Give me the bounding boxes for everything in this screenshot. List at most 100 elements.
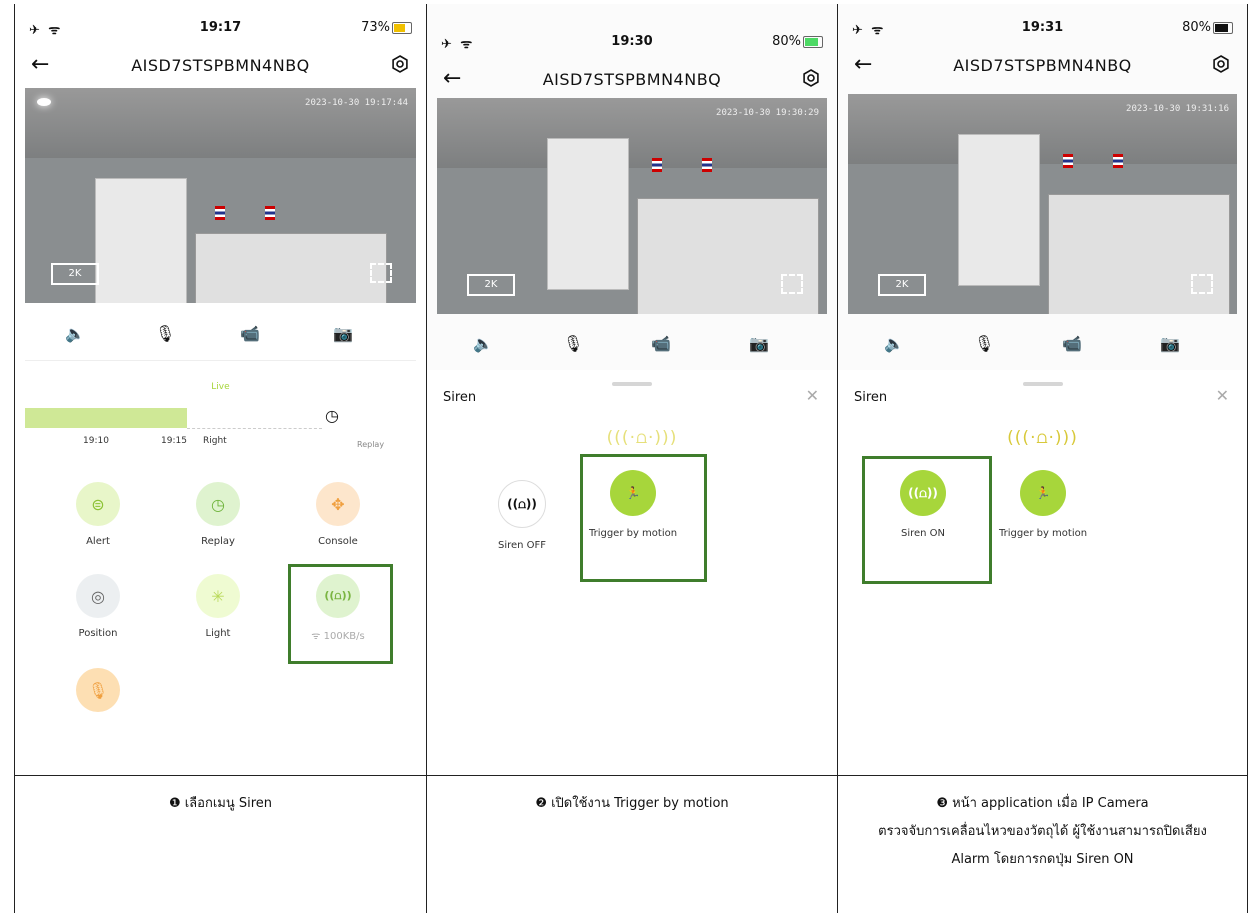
highlight-siren-on [862, 456, 992, 584]
gear-icon[interactable] [801, 68, 821, 92]
battery-icon [1213, 21, 1233, 34]
status-bar: ✈ ᯤ 19:31 80% [838, 18, 1247, 38]
quality-button[interactable]: 2K [51, 263, 99, 285]
caption-divider [14, 775, 1248, 776]
camera-feed[interactable]: 2023-10-30 19:30:29 2K [437, 98, 827, 314]
record-icon[interactable]: 📹 [651, 334, 671, 353]
battery: 73% [361, 20, 412, 35]
microphone-icon[interactable]: 🎙 [563, 334, 583, 353]
siren-title: Siren [854, 390, 888, 405]
camera-icon[interactable]: 📷 [1160, 334, 1180, 353]
tick-1910: 19:10 [83, 436, 109, 446]
camera-feed[interactable]: 2023-10-30 19:17:44 2K [25, 88, 416, 303]
record-icon[interactable]: 📹 [240, 324, 260, 343]
siren-title: Siren [443, 390, 477, 405]
sheet-handle[interactable] [1022, 382, 1063, 386]
caption-3-line-1: ❸ หน้า application เมื่อ IP Camera [936, 796, 1149, 811]
battery-icon [392, 21, 412, 34]
caption-1: ❶ เลือกเมนู Siren [168, 796, 273, 811]
sheet-handle[interactable] [612, 382, 652, 386]
speaker-icon[interactable]: 🔈 [884, 334, 904, 353]
menu-talk[interactable]: 🎙 [43, 668, 153, 712]
menu-light-label: Light [205, 628, 231, 639]
fullscreen-icon[interactable] [370, 263, 392, 283]
battery: 80% [1182, 20, 1233, 35]
siren-wave-icon: (((·⩍·))) [1007, 428, 1078, 448]
siren-sheet: Siren ✕ (((·⩍·))) ((⩍)) Siren OFF 🏃 Trigge… [427, 370, 837, 774]
gear-icon[interactable] [390, 54, 410, 78]
light-icon: ✳ [196, 574, 240, 618]
gear-icon[interactable] [1211, 54, 1231, 78]
status-bar: ✈ ᯤ 19:17 73% [15, 18, 426, 38]
control-bar: 🔈 🎙 📹 📷 [15, 324, 426, 354]
video-timestamp: 2023-10-30 19:17:44 [305, 98, 408, 108]
caption-3-line-2: ตรวจจับการเคลื่อนไหวของวัตถุได้ ผู้ใช้งา… [878, 824, 1207, 839]
tick-1915: 19:15 [161, 436, 187, 446]
battery-icon [803, 35, 823, 48]
speaker-icon[interactable]: 🔈 [473, 334, 493, 353]
fullscreen-icon[interactable] [1191, 274, 1213, 294]
right-label: Right [203, 436, 227, 446]
siren-sheet: Siren ✕ (((·⩍·))) ((⩍)) Siren ON 🏃 Trigger… [838, 370, 1247, 774]
trigger-motion-option[interactable]: 🏃 Trigger by motion [988, 470, 1098, 539]
status-bar: ✈ ᯤ 19:30 80% [427, 32, 837, 52]
screen-2: ✈ ᯤ 19:30 80% ← AISD7STSPBMN4NBQ 2023-10… [427, 4, 837, 774]
microphone-icon[interactable]: 🎙 [974, 334, 994, 353]
fullscreen-icon[interactable] [781, 274, 803, 294]
menu-console[interactable]: ✥ Console [283, 482, 393, 547]
close-icon[interactable]: ✕ [806, 386, 819, 405]
screen-3: ✈ ᯤ 19:31 80% ← AISD7STSPBMN4NBQ 2023-10… [838, 4, 1247, 774]
camera-feed[interactable]: 2023-10-30 19:31:16 2K [848, 94, 1237, 314]
replay-label: Replay [357, 440, 385, 449]
close-icon[interactable]: ✕ [1216, 386, 1229, 405]
border-right [1247, 4, 1248, 913]
screen-1: ✈ ᯤ 19:17 73% ← AISD7STSPBMN4NBQ 2023-10… [15, 4, 426, 774]
caption-2: ❷ เปิดใช้งาน Trigger by motion [535, 796, 729, 811]
alert-icon: ⊜ [76, 482, 120, 526]
figure-grid: ✈ ᯤ 19:17 73% ← AISD7STSPBMN4NBQ 2023-10… [14, 4, 1248, 913]
nav-bar: ← AISD7STSPBMN4NBQ [427, 66, 837, 96]
menu-light[interactable]: ✳ Light [163, 574, 273, 639]
camera-icon[interactable]: 📷 [749, 334, 769, 353]
caption-3-line-3: Alarm โดยการกดปุ่ม Siren ON [951, 852, 1134, 867]
siren-icon: ((⩍)) [498, 480, 546, 528]
highlight-siren [288, 564, 393, 664]
replay-clock-icon[interactable]: ◷ [325, 406, 339, 425]
live-label: Live [211, 382, 230, 392]
video-timestamp: 2023-10-30 19:30:29 [716, 108, 819, 118]
speaker-icon[interactable]: 🔈 [65, 324, 85, 343]
nav-bar: ← AISD7STSPBMN4NBQ [15, 52, 426, 82]
menu-replay[interactable]: ◷ Replay [163, 482, 273, 547]
menu-alert[interactable]: ⊜ Alert [43, 482, 153, 547]
replay-icon: ◷ [196, 482, 240, 526]
microphone-icon[interactable]: 🎙 [155, 324, 175, 343]
position-icon: ◎ [76, 574, 120, 618]
motion-icon: 🏃 [1020, 470, 1066, 516]
caption-3: ❸ หน้า application เมื่อ IP Camera ตรวจจ… [838, 790, 1247, 874]
siren-off-label: Siren OFF [497, 540, 547, 551]
menu-alert-label: Alert [86, 536, 110, 547]
camera-icon[interactable]: 📷 [333, 324, 353, 343]
battery: 80% [772, 34, 823, 49]
menu-position[interactable]: ◎ Position [43, 574, 153, 639]
console-icon: ✥ [316, 482, 360, 526]
device-title: AISD7STSPBMN4NBQ [953, 56, 1132, 75]
quality-button[interactable]: 2K [467, 274, 515, 296]
device-title: AISD7STSPBMN4NBQ [542, 70, 722, 89]
menu-console-label: Console [318, 536, 358, 547]
nav-bar: ← AISD7STSPBMN4NBQ [838, 52, 1247, 82]
trigger-motion-label: Trigger by motion [998, 528, 1088, 539]
siren-wave-icon: (((·⩍·))) [606, 428, 678, 448]
device-title: AISD7STSPBMN4NBQ [131, 56, 310, 75]
menu-position-label: Position [78, 628, 118, 639]
record-icon[interactable]: 📹 [1062, 334, 1082, 353]
microphone-icon: 🎙 [76, 668, 120, 712]
timeline[interactable]: ◷ [25, 404, 416, 434]
control-bar: 🔈 🎙 📹 📷 [427, 334, 837, 364]
video-timestamp: 2023-10-30 19:31:16 [1126, 104, 1229, 114]
highlight-motion [580, 454, 707, 582]
quality-button[interactable]: 2K [878, 274, 926, 296]
siren-off-option[interactable]: ((⩍)) Siren OFF [467, 480, 577, 551]
control-bar: 🔈 🎙 📹 📷 [838, 334, 1247, 364]
menu-replay-label: Replay [201, 536, 235, 547]
